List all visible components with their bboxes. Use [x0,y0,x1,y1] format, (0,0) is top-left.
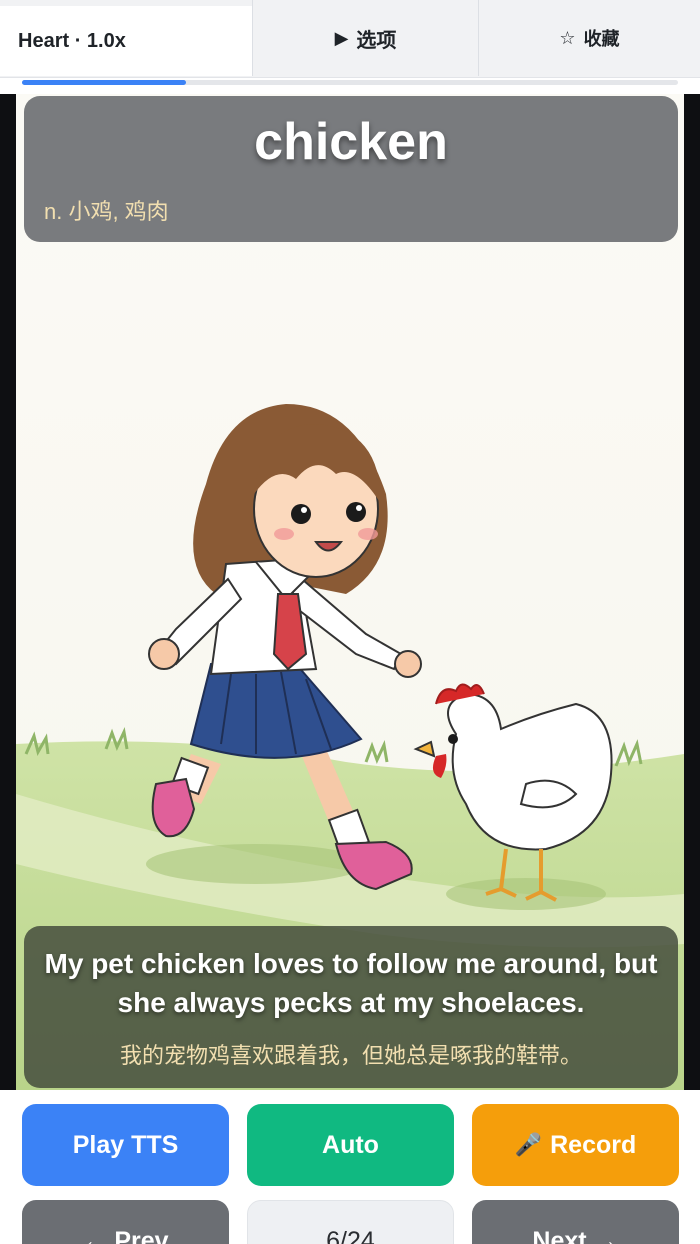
auto-play-label: Auto [322,1130,379,1159]
play-tts-label: Play TTS [72,1130,179,1159]
example-sentence-box: My pet chicken loves to follow me around… [24,926,678,1088]
page-indicator: 6/24 [247,1200,454,1244]
control-panel: Play TTS Auto 🎤 Record ← Prev 6/24 Next … [0,1090,700,1244]
tab-options[interactable]: ▶ 选项 [252,0,478,76]
play-triangle-icon: ▶ [334,27,349,48]
example-sentence-chinese: 我的宠物鸡喜欢跟着我，但她总是啄我的鞋带。 [119,1043,582,1068]
tab-options-label: 选项 [356,29,397,52]
tab-voice-speed-label: Heart · 1.0x [18,29,126,52]
tab-voice-speed[interactable]: Heart · 1.0x [0,6,252,76]
microphone-icon: 🎤 [514,1132,543,1157]
prev-button[interactable]: ← Prev [22,1200,229,1244]
play-tts-button[interactable]: Play TTS [22,1104,229,1186]
next-button[interactable]: Next → [472,1200,679,1244]
word-definition: n. 小鸡, 鸡肉 [44,199,169,224]
record-button[interactable]: 🎤 Record [472,1104,679,1186]
next-label: Next → [532,1226,619,1244]
word-title: chicken [254,113,448,171]
example-sentence-english: My pet chicken loves to follow me around… [44,948,658,1018]
progress-bar [22,80,678,85]
record-label: Record [550,1130,637,1159]
star-icon: ☆ [559,27,576,48]
top-tab-bar: Heart · 1.0x ▶ 选项 ☆ 收藏 [0,0,700,78]
tab-favorites-label: 收藏 [583,29,620,49]
word-banner: chicken n. 小鸡, 鸡肉 [24,96,678,242]
prev-label: ← Prev [82,1226,169,1244]
progress-bar-fill [22,80,186,85]
tab-favorites[interactable]: ☆ 收藏 [478,0,700,76]
auto-play-button[interactable]: Auto [247,1104,454,1186]
page-indicator-label: 6/24 [326,1226,375,1244]
